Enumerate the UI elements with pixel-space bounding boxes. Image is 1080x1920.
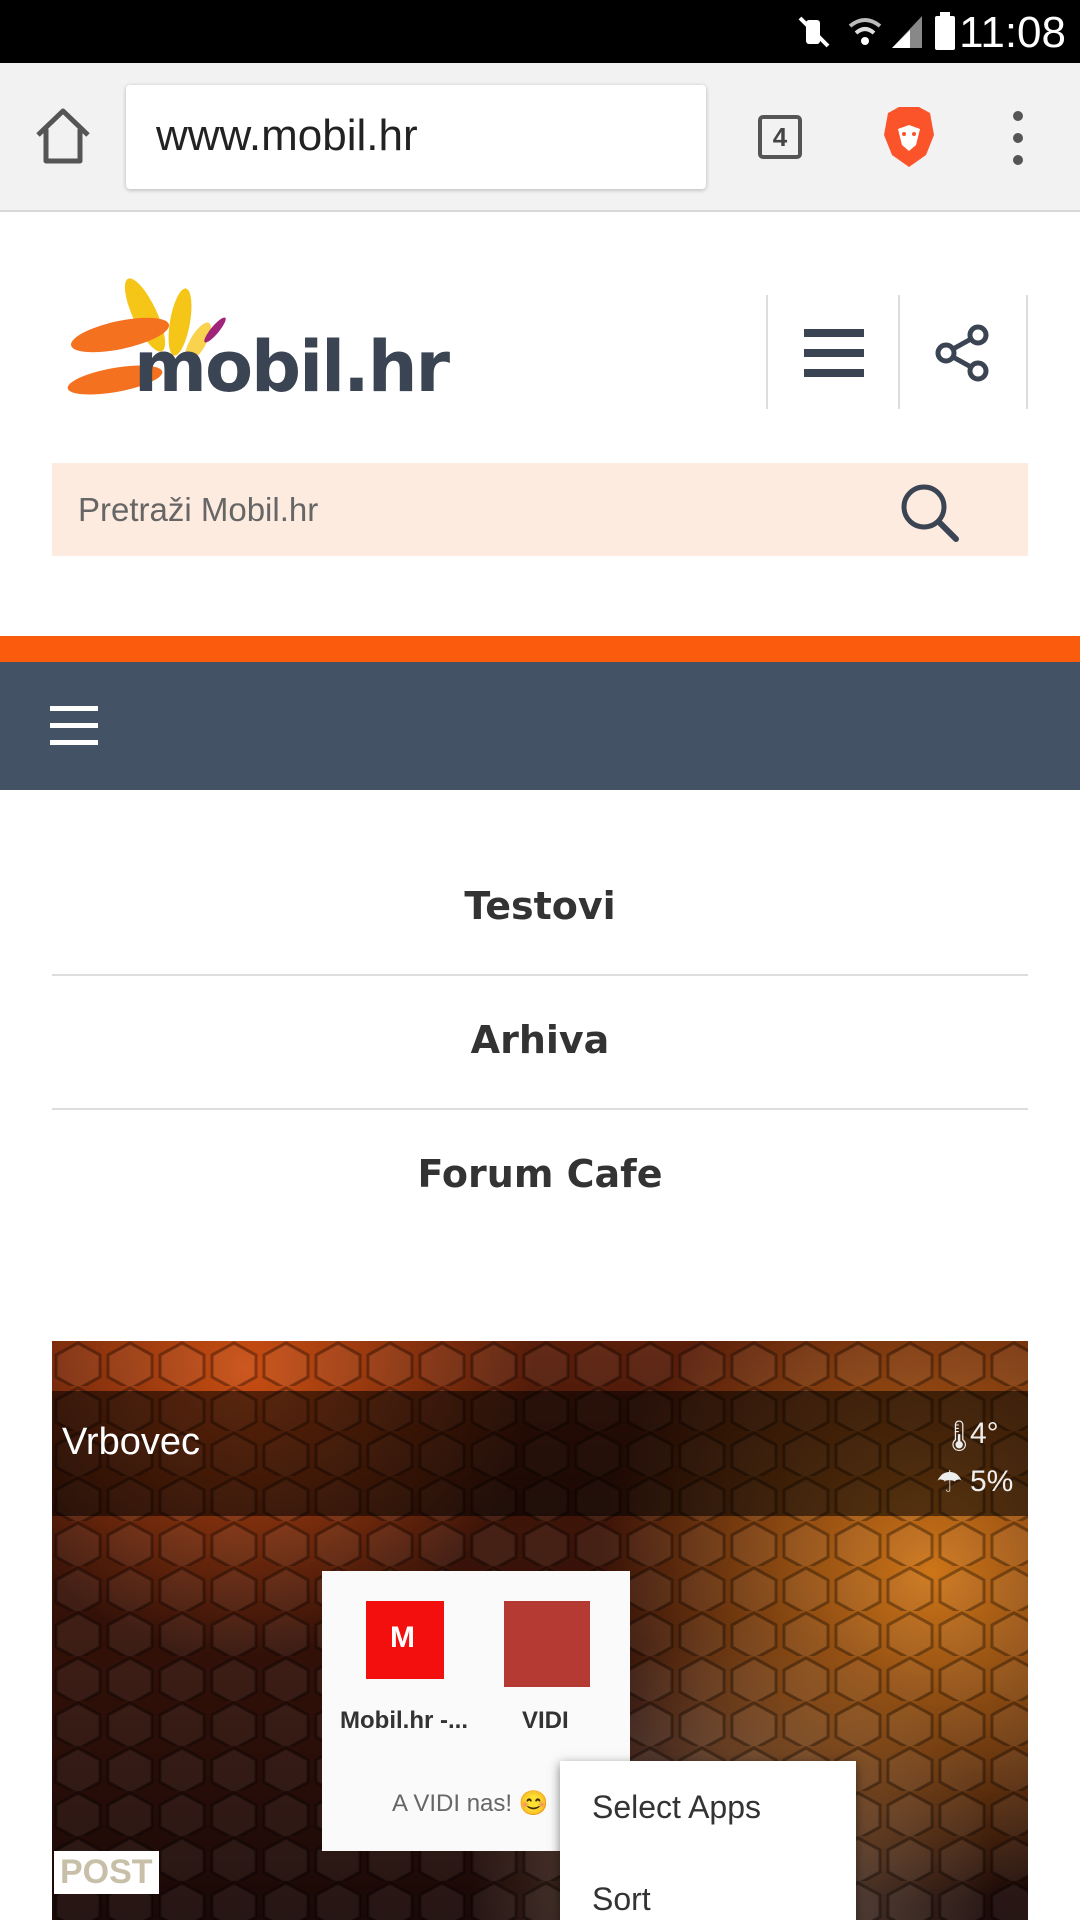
context-menu-item: Select Apps <box>592 1789 761 1825</box>
accent-stripe <box>0 636 1080 662</box>
weather-temp: 4° <box>970 1417 999 1450</box>
browser-toolbar: www.mobil.hr 4 <box>0 63 1080 212</box>
hamburger-icon <box>804 329 864 377</box>
logo-text: mobil.hr <box>134 326 450 408</box>
home-icon[interactable] <box>30 103 96 169</box>
weather-city: Vrbovec <box>62 1421 200 1463</box>
context-menu-item: Sort <box>592 1881 651 1917</box>
weather-rain: 5% <box>970 1465 1014 1498</box>
overflow-menu-icon[interactable] <box>1006 108 1030 168</box>
umbrella-icon: ☂ <box>936 1466 963 1499</box>
app-label: Mobil.hr -... <box>340 1707 468 1734</box>
signal-icon <box>892 16 922 48</box>
post-badge: POST <box>54 1851 159 1894</box>
status-bar: 11:08 <box>0 0 1080 63</box>
battery-icon <box>935 12 955 50</box>
site-search[interactable]: Pretraži Mobil.hr <box>52 463 1028 556</box>
search-input[interactable]: Pretraži Mobil.hr <box>78 491 318 529</box>
share-button[interactable] <box>900 295 1028 409</box>
brave-shield-icon[interactable] <box>882 105 936 169</box>
search-icon[interactable] <box>898 481 962 545</box>
tab-switcher-button[interactable]: 4 <box>758 115 802 159</box>
divider <box>52 974 1028 976</box>
folder-caption: A VIDI nas! 😊 <box>392 1790 549 1817</box>
url-text[interactable]: www.mobil.hr <box>156 111 418 161</box>
wifi-icon <box>848 18 882 45</box>
tab-count: 4 <box>772 122 788 152</box>
menu-link-forum-cafe[interactable]: Forum Cafe <box>52 1152 1028 1196</box>
site-menu-button[interactable] <box>766 295 900 409</box>
nav-menu-icon[interactable] <box>50 704 102 748</box>
url-bar[interactable]: www.mobil.hr <box>126 85 706 189</box>
site-logo[interactable]: mobil.hr <box>50 270 450 410</box>
main-nav-bar <box>0 662 1080 790</box>
clock: 11:08 <box>959 8 1066 57</box>
divider <box>52 1108 1028 1110</box>
share-icon <box>935 324 989 382</box>
app-label: VIDI <box>522 1707 569 1734</box>
menu-link-arhiva[interactable]: Arhiva <box>52 1018 1028 1062</box>
article-hero-image[interactable]: Vrbovec 🌡 4° ☂ 5% M Mobil.hr -... VIDI A… <box>52 1341 1028 1920</box>
context-menu: Select Apps Sort <box>560 1761 856 1920</box>
menu-link-testovi[interactable]: Testovi <box>52 884 1028 928</box>
vidi-app-icon <box>504 1601 590 1687</box>
mobil-app-icon: M <box>366 1601 444 1679</box>
mute-vibrate-icon <box>798 16 830 48</box>
